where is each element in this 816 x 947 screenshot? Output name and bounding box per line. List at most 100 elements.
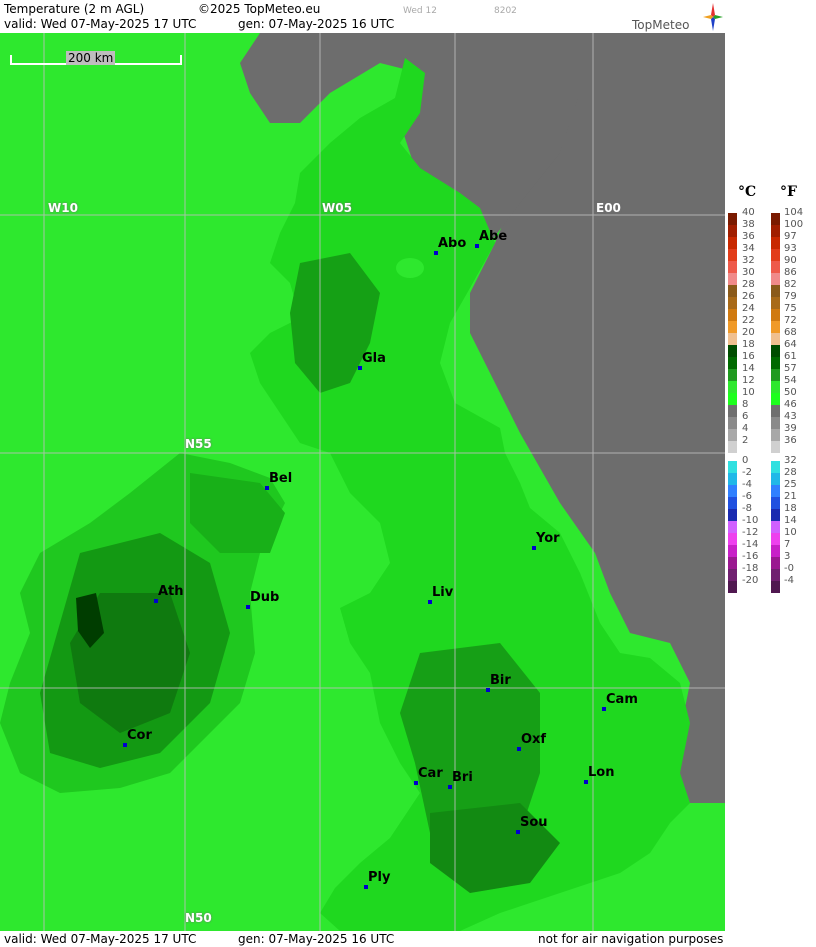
legend-swatch — [771, 557, 780, 569]
legend-swatch — [771, 249, 780, 261]
legend-swatch — [728, 369, 737, 381]
legend-fahrenheit-value: 97 — [784, 231, 797, 242]
legend-swatch — [771, 309, 780, 321]
legend-fahrenheit-value: 25 — [784, 479, 797, 490]
legend-celsius-value: 38 — [742, 219, 755, 230]
topmeteo-logo[interactable]: TopMeteo — [630, 2, 724, 34]
footer-generated-time: gen: 07-May-2025 16 UTC — [238, 932, 395, 946]
city-dot — [517, 747, 521, 751]
loch — [396, 258, 424, 278]
legend-swatch — [771, 441, 780, 453]
legend-fahrenheit-value: 54 — [784, 375, 797, 386]
temperature-legend: °C °F 40 104 38 100 36 97 34 93 32 90 30 86 28 82 26 79… — [726, 180, 816, 593]
city-label: Abe — [479, 229, 508, 244]
brand-name: TopMeteo — [632, 18, 690, 32]
legend-swatch — [771, 545, 780, 557]
legend-celsius-value: 20 — [742, 327, 755, 338]
map-title: Temperature (2 m AGL) — [4, 2, 145, 16]
legend-swatch — [728, 333, 737, 345]
legend-swatch — [728, 485, 737, 497]
legend-celsius-value: 6 — [742, 411, 749, 422]
grid-label-n55: N55 — [185, 437, 212, 451]
legend-fahrenheit-value: 36 — [784, 435, 797, 446]
legend-celsius-value: -8 — [742, 503, 752, 514]
legend-swatch — [728, 557, 737, 569]
legend-celsius-value: -10 — [742, 515, 759, 526]
legend-swatch — [771, 369, 780, 381]
city-dot — [584, 780, 588, 784]
legend-celsius-value: 8 — [742, 399, 749, 410]
temperature-map[interactable]: 200 km W10 W05 E00 N55 N50 Abo Abe Gla Bel Y… — [0, 33, 725, 931]
legend-celsius-value: 28 — [742, 279, 755, 290]
legend-swatch — [771, 345, 780, 357]
fahrenheit-unit: °F — [780, 184, 797, 200]
legend-swatch — [728, 461, 737, 473]
legend-fahrenheit-value: 64 — [784, 339, 797, 350]
legend-swatch — [728, 345, 737, 357]
legend-celsius-value: 22 — [742, 315, 755, 326]
legend-celsius-value: 10 — [742, 387, 755, 398]
city-dot — [448, 785, 452, 789]
legend-swatch — [728, 581, 737, 593]
legend-fahrenheit-value: 50 — [784, 387, 797, 398]
compass-star-icon — [703, 3, 723, 31]
legend-swatch — [728, 297, 737, 309]
city-label: Yor — [536, 531, 560, 546]
legend-swatch — [771, 393, 780, 405]
legend-fahrenheit-value: 39 — [784, 423, 797, 434]
city-label: Oxf — [521, 732, 547, 747]
legend-celsius-value: -4 — [742, 479, 752, 490]
legend-swatch — [728, 393, 737, 405]
legend-fahrenheit-value: 61 — [784, 351, 797, 362]
legend-swatch — [771, 533, 780, 545]
legend-fahrenheit-value: 57 — [784, 363, 797, 374]
grid-label-e00: E00 — [596, 201, 621, 215]
legend-fahrenheit-value: 46 — [784, 399, 797, 410]
city-dot — [246, 605, 250, 609]
city-label: Ath — [158, 584, 184, 599]
legend-swatch — [728, 321, 737, 333]
legend-swatch — [771, 569, 780, 581]
city-label: Cam — [606, 692, 638, 707]
city-label: Cor — [127, 728, 152, 743]
city-label: Bel — [269, 471, 293, 486]
legend-fahrenheit-value: 86 — [784, 267, 797, 278]
legend-fahrenheit-value: 75 — [784, 303, 797, 314]
legend-fahrenheit-value: 82 — [784, 279, 797, 290]
legend-celsius-value: 12 — [742, 375, 755, 386]
grid-label-n50: N50 — [185, 911, 212, 925]
legend-swatch — [771, 357, 780, 369]
celsius-unit: °C — [738, 184, 757, 200]
legend-celsius-value: 40 — [742, 207, 755, 218]
legend-swatch — [728, 381, 737, 393]
legend-swatch — [728, 497, 737, 509]
legend-fahrenheit-value: -4 — [784, 575, 794, 586]
footer-valid-time: valid: Wed 07-May-2025 17 UTC — [4, 932, 197, 946]
city-label: Bri — [452, 770, 473, 785]
legend-celsius-value: -20 — [742, 575, 759, 586]
legend-celsius-value: 16 — [742, 351, 755, 362]
map-canvas — [0, 33, 725, 931]
legend-swatch — [728, 237, 737, 249]
legend-swatch — [771, 417, 780, 429]
city-label: Liv — [432, 585, 454, 600]
legend-fahrenheit-value: 104 — [784, 207, 804, 218]
city-label: Car — [418, 766, 443, 781]
legend-celsius-value: 34 — [742, 243, 755, 254]
legend-swatch — [728, 533, 737, 545]
legend-swatch — [728, 473, 737, 485]
legend-fahrenheit-value: 10 — [784, 527, 797, 538]
legend-celsius-value: -12 — [742, 527, 759, 538]
legend-fahrenheit-value: 21 — [784, 491, 797, 502]
city-dot — [486, 688, 490, 692]
legend-swatch — [728, 429, 737, 441]
legend-fahrenheit-value: 72 — [784, 315, 797, 326]
legend-swatch — [728, 261, 737, 273]
legend-swatch — [728, 521, 737, 533]
city-dot — [516, 830, 520, 834]
legend-fahrenheit-value: 79 — [784, 291, 797, 302]
legend-swatch — [728, 213, 737, 225]
legend-swatch — [728, 405, 737, 417]
legend-swatch — [771, 497, 780, 509]
faint-day-label: Wed 12 — [403, 6, 437, 16]
